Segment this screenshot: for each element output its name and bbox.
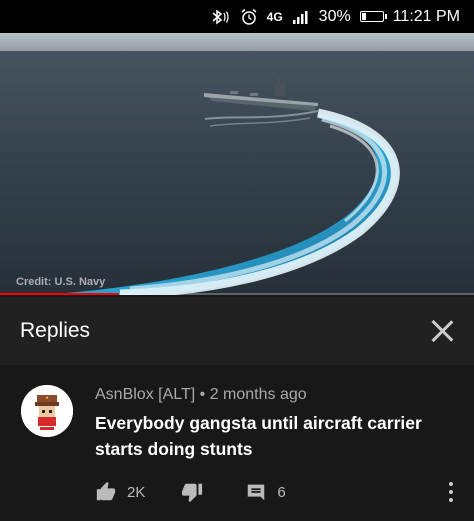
replies-header: Replies [0,297,474,365]
menu-dot [449,490,453,494]
comment-item: AsnBlox [ALT] • 2 months ago Everybody g… [0,366,474,521]
battery-fill [361,13,367,20]
video-credit: Credit: U.S. Navy [16,276,106,288]
thumbs-down-icon[interactable] [181,481,203,503]
comment-text: Everybody gangsta until aircraft carrier… [95,413,422,459]
thumbs-up-icon[interactable] [95,481,117,503]
like-count: 2K [127,483,146,501]
comment-author[interactable]: AsnBlox [ALT] [95,386,195,403]
video-player[interactable]: Credit: U.S. Navy [0,33,474,295]
network-type-label: 4G [266,9,283,24]
video-progress-fill [0,293,119,295]
comment-meta: AsnBlox [ALT] • 2 months ago [95,386,307,404]
status-bar: 4G 30% 11:21 PM [0,0,474,33]
close-icon[interactable] [430,319,454,343]
clock: 11:21 PM [392,7,460,25]
video-progress-bar[interactable] [0,293,474,295]
replies-title: Replies [20,319,91,342]
menu-dot [449,498,453,502]
meta-separator: • [199,386,206,403]
menu-dot [449,482,453,486]
video-frame-image [0,33,474,295]
reply-icon[interactable] [245,481,267,503]
alarm-icon [240,8,258,26]
battery-icon [359,11,387,22]
avatar[interactable] [21,385,73,437]
more-vert-icon[interactable] [448,482,454,502]
comment-age: 2 months ago [209,386,307,403]
battery-percent: 30% [318,7,351,25]
reply-count: 6 [277,483,286,501]
comment-actions: 2K 6 [95,479,286,505]
signal-icon [292,10,310,24]
bluetooth-icon [209,9,231,25]
